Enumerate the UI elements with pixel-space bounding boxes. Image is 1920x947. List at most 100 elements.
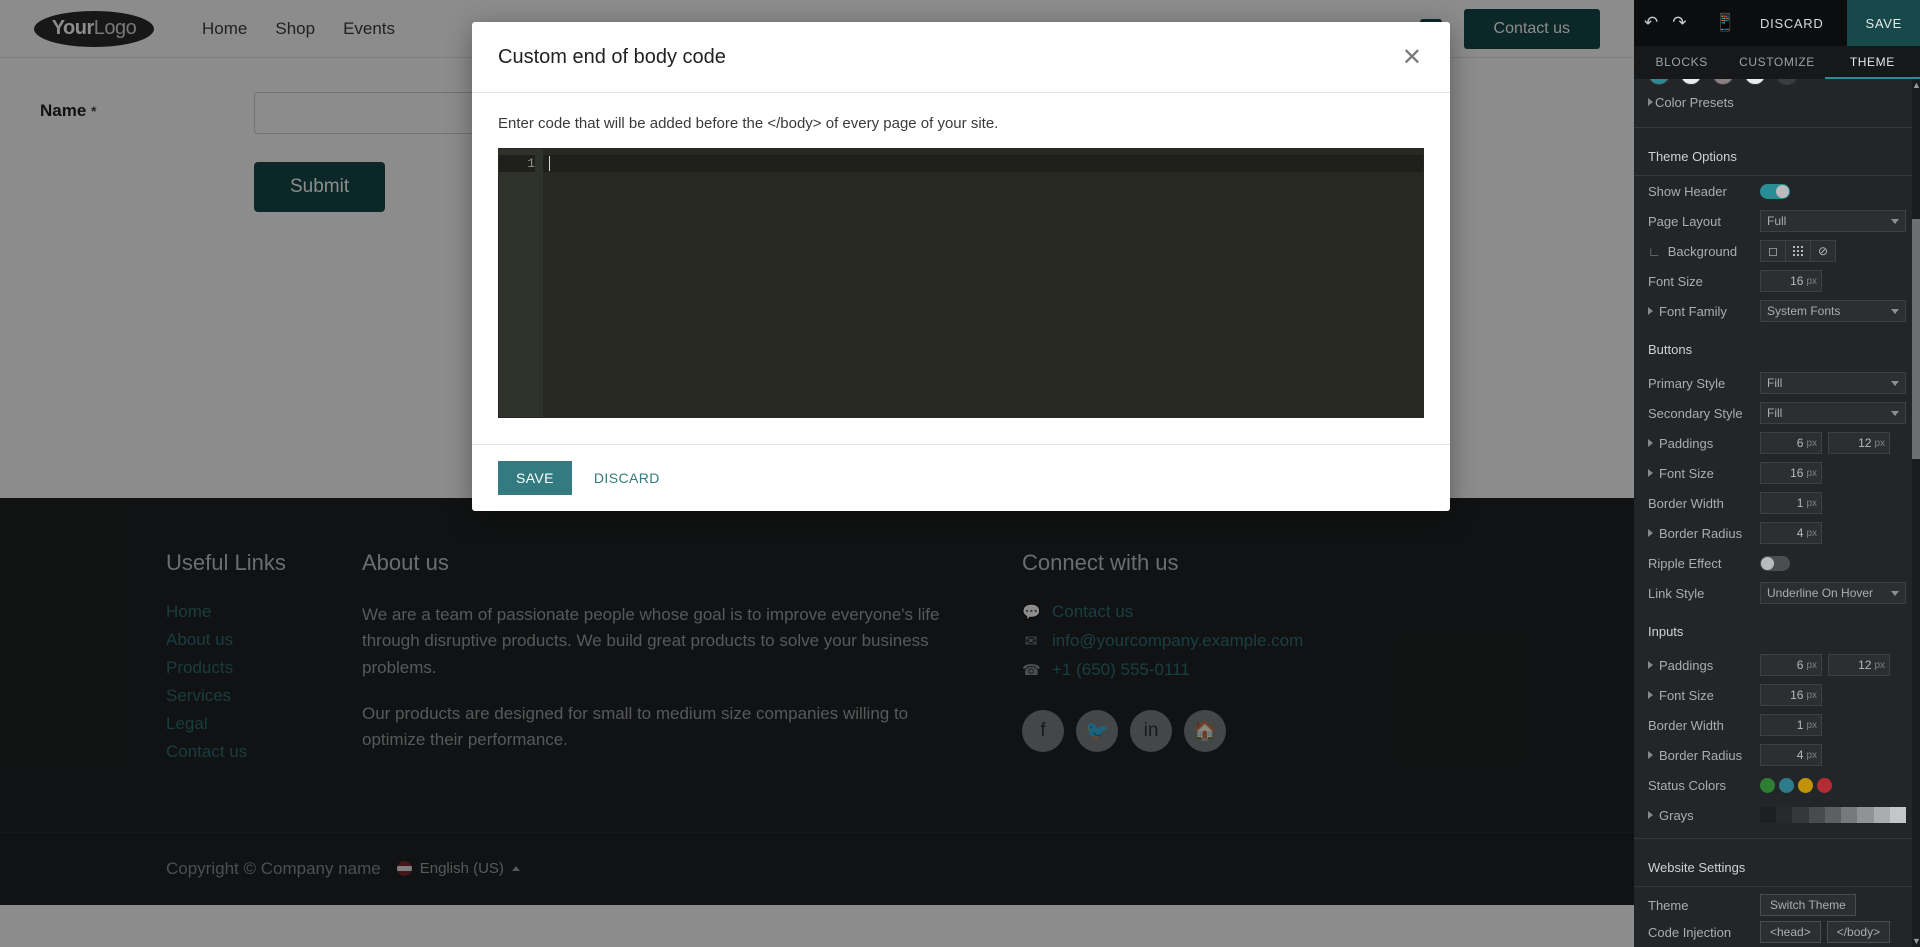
sidebar-scroll-region: Color Presets Theme Options Show Header … <box>1634 79 1920 947</box>
inputs-padding-y-input[interactable]: 12 px <box>1828 654 1890 676</box>
theme-options-heading: Theme Options <box>1634 136 1920 176</box>
editor-text-area[interactable] <box>543 149 1423 417</box>
row-inputs-border-radius: Border Radius 4 px <box>1634 740 1920 770</box>
grays-label: Grays <box>1648 808 1760 823</box>
font-family-value: System Fonts <box>1767 304 1841 318</box>
ripple-effect-toggle[interactable] <box>1760 555 1790 571</box>
pattern-icon[interactable] <box>1785 240 1811 262</box>
custom-code-modal: Custom end of body code ✕ Enter code tha… <box>472 22 1450 511</box>
row-primary-style: Primary Style Fill <box>1634 368 1920 398</box>
text-cursor <box>549 156 550 171</box>
toggle-knob <box>1761 556 1774 570</box>
tab-customize[interactable]: CUSTOMIZE <box>1729 46 1824 79</box>
image-icon[interactable]: ◻ <box>1760 240 1786 262</box>
inputs-padding-x-input[interactable]: 6 px <box>1760 654 1822 676</box>
row-page-layout: Page Layout Full <box>1634 206 1920 236</box>
inputs-border-radius-input[interactable]: 4 px <box>1760 744 1822 766</box>
inputs-font-size-input[interactable]: 16 px <box>1760 684 1822 706</box>
inputs-heading: Inputs <box>1648 624 1684 639</box>
buttons-border-radius-label-text: Border Radius <box>1659 525 1743 541</box>
sidebar-scrollbar-thumb[interactable] <box>1912 219 1920 459</box>
theme-editor-sidebar: ↶ ↷ 📱 DISCARD SAVE BLOCKS CUSTOMIZE THEM… <box>1634 0 1920 947</box>
row-show-header: Show Header <box>1634 176 1920 206</box>
font-family-label: Font Family <box>1648 304 1760 319</box>
background-label: ∟ Background <box>1648 244 1760 259</box>
tab-theme[interactable]: THEME <box>1824 46 1920 79</box>
modal-body: Enter code that will be added before the… <box>472 93 1450 444</box>
discard-button[interactable]: DISCARD <box>580 461 674 495</box>
buttons-padding-y-input[interactable]: 12 px <box>1828 432 1890 454</box>
buttons-border-radius-value: 4 <box>1796 526 1804 540</box>
inputs-padding-y-unit: px <box>1874 659 1885 671</box>
none-icon[interactable]: ⊘ <box>1810 240 1836 262</box>
inputs-border-width-value: 1 <box>1796 718 1804 732</box>
secondary-style-select[interactable]: Fill <box>1760 402 1906 424</box>
inputs-font-size-label-text: Font Size <box>1659 687 1714 703</box>
show-header-toggle[interactable] <box>1760 183 1790 199</box>
buttons-border-width-unit: px <box>1806 497 1817 509</box>
background-type-buttons: ◻ ⊘ <box>1760 240 1836 262</box>
body-injection-button[interactable]: </body> <box>1826 921 1891 943</box>
mobile-preview-icon[interactable]: 📱 <box>1715 13 1736 33</box>
gray-scale-swatches[interactable] <box>1760 807 1906 823</box>
font-family-select[interactable]: System Fonts <box>1760 300 1906 322</box>
inputs-paddings-label: Paddings <box>1648 658 1760 673</box>
link-style-select[interactable]: Underline On Hover <box>1760 582 1906 604</box>
switch-theme-button[interactable]: Switch Theme <box>1760 894 1856 916</box>
page-layout-select[interactable]: Full <box>1760 210 1906 232</box>
buttons-font-size-unit: px <box>1806 467 1817 479</box>
tab-blocks[interactable]: BLOCKS <box>1634 46 1729 79</box>
show-header-label: Show Header <box>1648 183 1727 199</box>
topbar-discard-button[interactable]: DISCARD <box>1750 16 1833 31</box>
sidebar-scrollbar-track[interactable]: ▲ ▼ <box>1912 79 1920 947</box>
row-ripple-effect: Ripple Effect <box>1634 548 1920 578</box>
row-font-family: Font Family System Fonts <box>1634 296 1920 326</box>
chevron-right-icon <box>1648 439 1653 447</box>
buttons-font-size-input[interactable]: 16 px <box>1760 462 1822 484</box>
status-color-danger[interactable] <box>1817 777 1832 793</box>
chevron-down-icon <box>1891 219 1899 224</box>
buttons-border-radius-input[interactable]: 4 px <box>1760 522 1822 544</box>
theme-font-size-input[interactable]: 16 px <box>1760 270 1822 292</box>
buttons-paddings-label-text: Paddings <box>1659 435 1714 451</box>
link-style-label: Link Style <box>1648 585 1705 601</box>
row-buttons-border-width: Border Width 1 px <box>1634 488 1920 518</box>
save-button[interactable]: SAVE <box>498 461 572 495</box>
screen: YourLogo Home Shop Events 0 Contact us N… <box>0 0 1920 947</box>
topbar-save-button[interactable]: SAVE <box>1847 0 1920 46</box>
inputs-border-width-input[interactable]: 1 px <box>1760 714 1822 736</box>
scroll-up-icon[interactable]: ▲ <box>1912 79 1920 91</box>
row-inputs-paddings: Paddings 6 px 12 px <box>1634 650 1920 680</box>
status-color-info[interactable] <box>1779 777 1794 793</box>
ripple-effect-label: Ripple Effect <box>1648 555 1722 571</box>
status-color-warning[interactable] <box>1798 777 1813 793</box>
row-buttons-paddings: Paddings 6 px 12 px <box>1634 428 1920 458</box>
close-icon[interactable]: ✕ <box>1400 46 1424 70</box>
pattern-dots <box>1793 246 1803 256</box>
inputs-border-radius-label: Border Radius <box>1648 748 1760 763</box>
chevron-down-icon <box>1891 591 1899 596</box>
color-presets-row[interactable]: Color Presets <box>1634 85 1920 119</box>
chevron-right-icon <box>1648 751 1653 759</box>
undo-icon[interactable]: ↶ <box>1644 13 1658 33</box>
row-code-injection: Code Injection <head> </body> <box>1634 917 1920 947</box>
buttons-padding-y-value: 12 <box>1858 436 1872 450</box>
page-layout-label: Page Layout <box>1648 213 1722 229</box>
theme-label: Theme <box>1648 897 1689 913</box>
primary-style-value: Fill <box>1767 376 1783 390</box>
buttons-border-width-input[interactable]: 1 px <box>1760 492 1822 514</box>
status-color-success[interactable] <box>1760 777 1775 793</box>
head-injection-button[interactable]: <head> <box>1760 921 1821 943</box>
buttons-border-width-value: 1 <box>1796 496 1804 510</box>
inputs-font-size-unit: px <box>1806 689 1817 701</box>
primary-style-select[interactable]: Fill <box>1760 372 1906 394</box>
buttons-font-size-label-text: Font Size <box>1659 465 1714 481</box>
buttons-padding-x-input[interactable]: 6 px <box>1760 432 1822 454</box>
scroll-down-icon[interactable]: ▼ <box>1912 935 1920 947</box>
buttons-border-radius-unit: px <box>1806 527 1817 539</box>
redo-icon[interactable]: ↷ <box>1672 13 1686 33</box>
chevron-right-icon <box>1648 469 1653 477</box>
theme-font-size-label: Font Size <box>1648 273 1703 289</box>
code-editor[interactable]: 1 <box>498 148 1424 418</box>
secondary-style-value: Fill <box>1767 406 1783 420</box>
